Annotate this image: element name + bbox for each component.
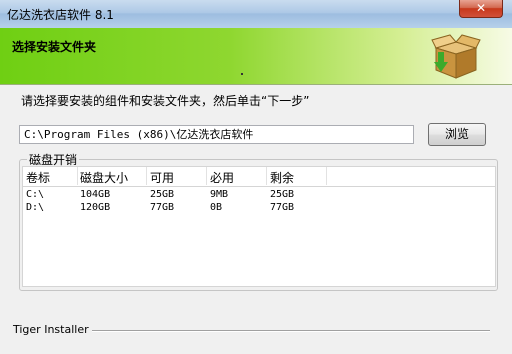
column-divider[interactable]: [77, 167, 78, 185]
cell-available: 25GB: [150, 189, 175, 200]
installer-brand-label: Tiger Installer: [13, 323, 89, 336]
column-divider[interactable]: [146, 167, 147, 185]
cell-volume: D:\: [26, 202, 45, 213]
installer-window: 亿达洗衣店软件 8.1 ✕ 选择安装文件夹 请选择要安装的组件和安装文件夹，然后…: [0, 0, 512, 354]
window-title: 亿达洗衣店软件 8.1: [7, 8, 114, 22]
column-header-remaining[interactable]: 剩余: [270, 169, 294, 186]
disk-list[interactable]: 卷标 磁盘大小 可用 必用 剩余 C:\ 104GB 25GB 9MB 25GB…: [22, 166, 496, 287]
cell-remaining: 77GB: [270, 202, 295, 213]
install-path-field[interactable]: C:\Program Files (x86)\亿达洗衣店软件: [19, 125, 414, 144]
column-divider[interactable]: [266, 167, 267, 185]
close-button[interactable]: ✕: [459, 0, 503, 18]
cell-required: 9MB: [210, 189, 229, 200]
title-bar[interactable]: 亿达洗衣店软件 8.1 ✕: [0, 0, 512, 29]
column-divider[interactable]: [326, 167, 327, 185]
footer-divider: [92, 330, 490, 332]
cell-size: 120GB: [80, 202, 111, 213]
column-header-available[interactable]: 可用: [150, 169, 174, 186]
column-divider[interactable]: [206, 167, 207, 185]
package-box-icon: [431, 34, 481, 79]
column-header-volume[interactable]: 卷标: [26, 169, 50, 186]
browse-button[interactable]: 浏览: [428, 123, 486, 146]
instruction-text: 请选择要安装的组件和安装文件夹，然后单击“下一步”: [21, 94, 310, 108]
column-header-required[interactable]: 必用: [210, 169, 234, 186]
close-icon: ✕: [475, 1, 487, 15]
column-header-size[interactable]: 磁盘大小: [80, 169, 128, 186]
table-row[interactable]: D:\ 120GB 77GB 0B 77GB: [23, 201, 495, 214]
cell-remaining: 25GB: [270, 189, 295, 200]
cell-required: 0B: [210, 202, 223, 213]
banner-dot: [241, 73, 243, 75]
cell-volume: C:\: [26, 189, 45, 200]
list-header: 卷标 磁盘大小 可用 必用 剩余: [23, 167, 495, 187]
cell-size: 104GB: [80, 189, 111, 200]
page-heading: 选择安装文件夹: [12, 40, 97, 54]
table-row[interactable]: C:\ 104GB 25GB 9MB 25GB: [23, 188, 495, 201]
cell-available: 77GB: [150, 202, 175, 213]
